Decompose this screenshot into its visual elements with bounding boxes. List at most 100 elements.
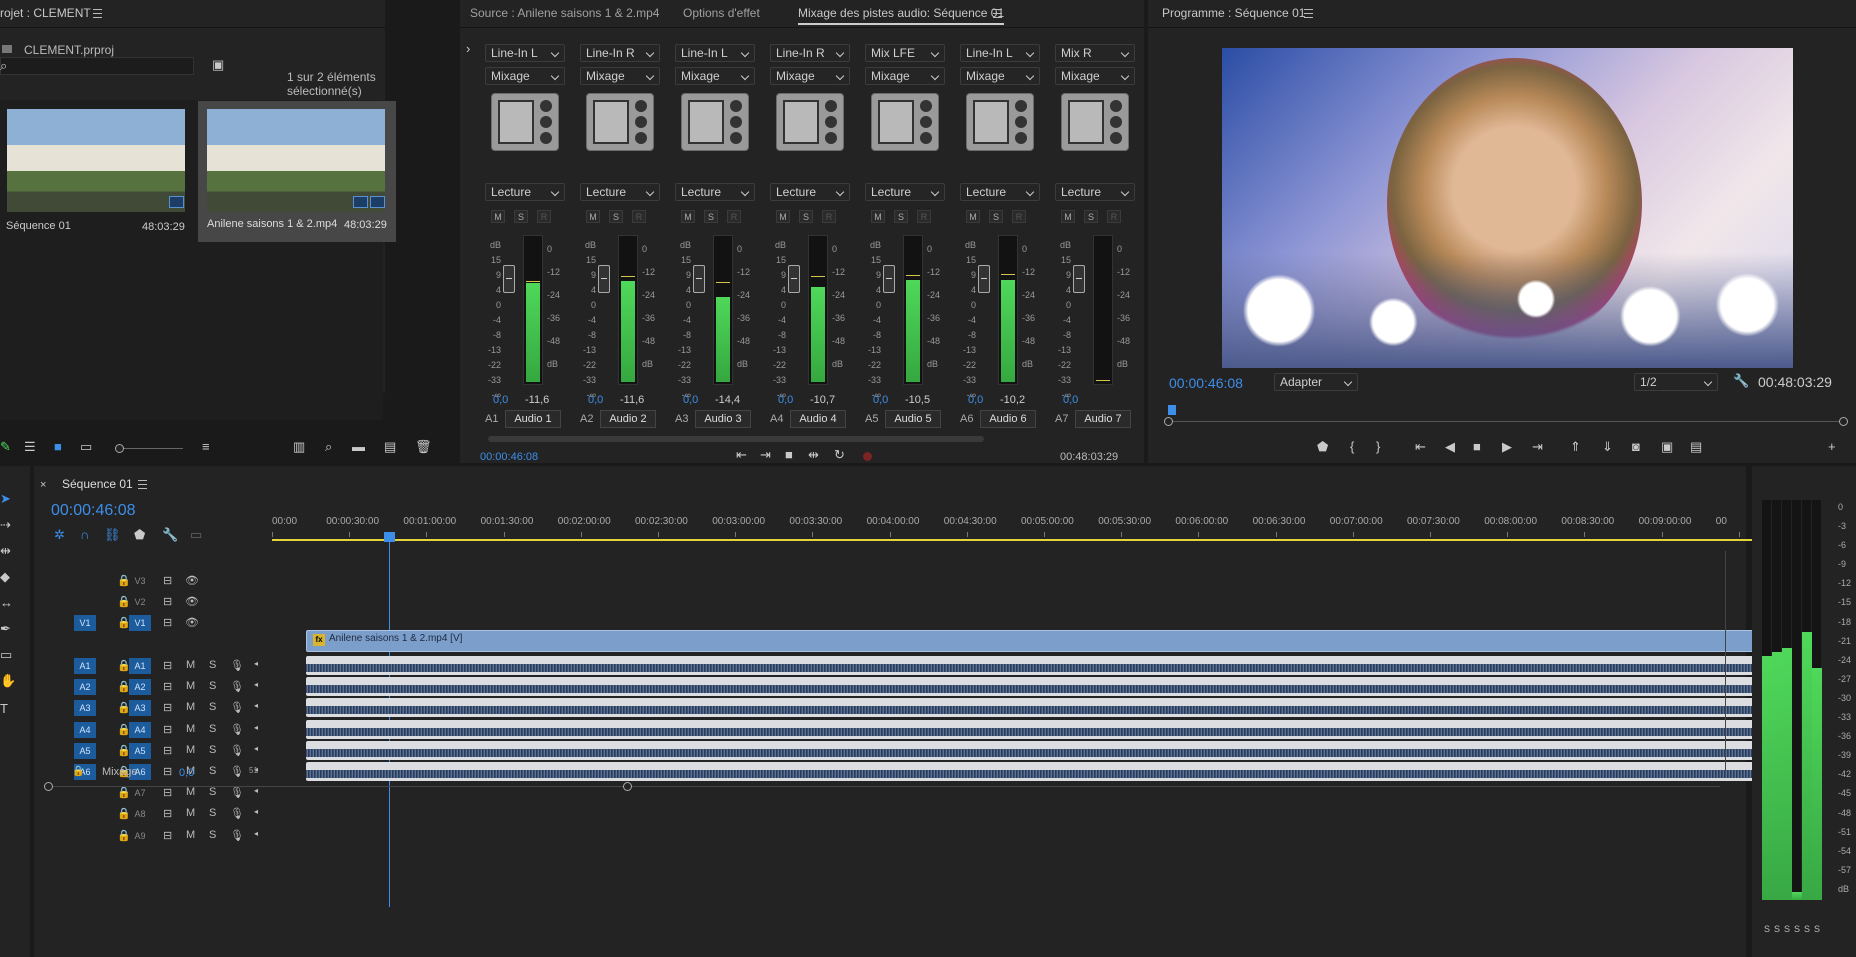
snap-icon[interactable]: ∩ [80,528,89,542]
microphone-icon[interactable]: 🎙 [230,723,244,736]
type-tool-icon[interactable]: T [0,702,8,716]
mix-lock-icon[interactable]: 🔒 [72,766,84,777]
loop-icon[interactable]: ↻ [834,448,845,462]
volume-value[interactable]: 0,0 [1063,394,1078,406]
track-target[interactable]: A3 [129,700,151,717]
solo-button[interactable]: S [209,723,216,735]
solo-button[interactable]: S [1764,924,1770,934]
microphone-icon[interactable]: 🎙 [230,744,244,757]
extract-icon[interactable]: ⇓ [1602,440,1613,454]
sync-lock-icon[interactable]: ⊟ [163,701,172,714]
marker-icon[interactable]: ⬟ [1317,440,1328,454]
mark-out-icon[interactable]: } [1376,440,1380,454]
program-tab[interactable]: Programme : Séquence 01 [1162,6,1305,20]
input-select[interactable]: Line-In R [580,44,660,62]
mode-select[interactable]: Mixage [1055,67,1135,85]
automation-select[interactable]: Lecture [485,183,565,201]
sync-lock-icon[interactable]: ⊟ [163,616,172,629]
mute-button[interactable]: M [586,210,600,223]
channel-name[interactable]: Audio 6 [980,410,1036,428]
time-ruler[interactable]: 00:00 00:00:30:00 00:01:00:00 00:01:30:00 00… [272,508,1752,550]
panner-knob[interactable] [491,93,559,151]
stop-icon[interactable]: ■ [1473,440,1481,454]
find-icon[interactable]: ⌕ [325,440,332,454]
input-select[interactable]: Line-In L [960,44,1040,62]
program-timecode[interactable]: 00:00:46:08 [1169,375,1243,391]
channel-name[interactable]: Audio 4 [790,410,846,428]
panner-knob[interactable] [966,93,1034,151]
source-patch[interactable]: A5 [74,742,96,759]
volume-value[interactable]: 0,0 [968,394,983,406]
track-target[interactable]: A2 [129,679,151,696]
sync-lock-icon[interactable]: ⊟ [163,807,172,820]
trash-icon[interactable]: 🗑 [415,440,432,454]
razor-tool-icon[interactable]: ◆ [0,570,10,584]
solo-button[interactable]: S [209,659,216,671]
solo-button[interactable]: S [209,765,216,777]
solo-button[interactable]: S [1804,924,1810,934]
volume-value[interactable]: 0,0 [683,394,698,406]
volume-fader[interactable] [978,265,990,293]
channel-name[interactable]: Audio 7 [1075,410,1131,428]
panner-knob[interactable] [776,93,844,151]
track-target[interactable]: A9 [129,828,151,844]
program-scrubber[interactable] [1164,405,1848,426]
audio-clip[interactable] [306,677,1754,697]
solo-button[interactable]: S [209,829,216,841]
compare-icon[interactable]: ▣ [1661,440,1673,454]
volume-value[interactable]: 0,0 [778,394,793,406]
solo-button[interactable]: S [209,701,216,713]
mode-select[interactable]: Mixage [865,67,945,85]
settings-icon[interactable]: 🔧 [162,528,178,542]
solo-button[interactable]: S [609,210,623,223]
play-in-to-out-icon[interactable]: ⇹ [808,448,819,462]
volume-fader[interactable] [693,265,705,293]
source-patch[interactable]: A3 [74,700,96,717]
solo-button[interactable]: S [209,807,216,819]
eye-icon[interactable]: 👁 [185,574,199,587]
mute-button[interactable]: M [186,723,195,735]
volume-fader[interactable] [788,265,800,293]
microphone-icon[interactable]: 🎙 [230,680,244,693]
microphone-icon[interactable]: 🎙 [230,807,244,820]
linked-selection-icon[interactable]: ⛓ [104,528,121,542]
go-to-out-icon[interactable]: ⇥ [1532,440,1543,454]
menu-icon[interactable] [138,480,147,489]
captions-icon[interactable]: ▭ [190,528,202,542]
mute-button[interactable]: M [186,744,195,756]
mode-select[interactable]: Mixage [580,67,660,85]
automate-icon[interactable]: ▥ [293,440,305,454]
sync-lock-icon[interactable]: ⊟ [163,595,172,608]
track-select-tool-icon[interactable]: ⇢ [0,518,11,532]
mark-in-icon[interactable]: { [1350,440,1354,454]
mix-value[interactable]: 0,0 [179,767,194,779]
fit-select[interactable]: Adapter [1274,373,1358,391]
volume-fader[interactable] [883,265,895,293]
video-clip[interactable]: fx Anilene saisons 1 & 2.mp4 [V] [306,630,1754,652]
solo-button[interactable]: S [209,744,216,756]
solo-button[interactable]: S [1814,924,1820,934]
solo-button[interactable]: S [799,210,813,223]
close-icon[interactable]: × [40,478,46,492]
record-button[interactable]: R [632,210,646,223]
panner-knob[interactable] [681,93,749,151]
solo-button[interactable]: S [209,786,216,798]
channel-name[interactable]: Audio 1 [505,410,561,428]
volume-fader[interactable] [1073,265,1085,293]
solo-button[interactable]: S [209,680,216,692]
input-select[interactable]: Mix R [1055,44,1135,62]
vertical-scrollbar[interactable] [1725,551,1726,771]
audio-clip[interactable] [306,740,1754,760]
audio-clip[interactable] [306,762,1754,781]
automation-select[interactable]: Lecture [770,183,850,201]
panner-knob[interactable] [1061,93,1129,151]
track-target[interactable]: V2 [129,594,151,610]
input-select[interactable]: Line-In R [770,44,850,62]
go-to-in-icon[interactable]: ⇤ [1415,440,1426,454]
step-forward-icon[interactable]: ▶ [1502,440,1512,454]
microphone-icon[interactable]: 🎙 [230,659,244,672]
step-back-icon[interactable]: ◀ [1445,440,1455,454]
automation-select[interactable]: Lecture [865,183,945,201]
audio-clip[interactable] [306,656,1754,675]
input-select[interactable]: Mix LFE [865,44,945,62]
